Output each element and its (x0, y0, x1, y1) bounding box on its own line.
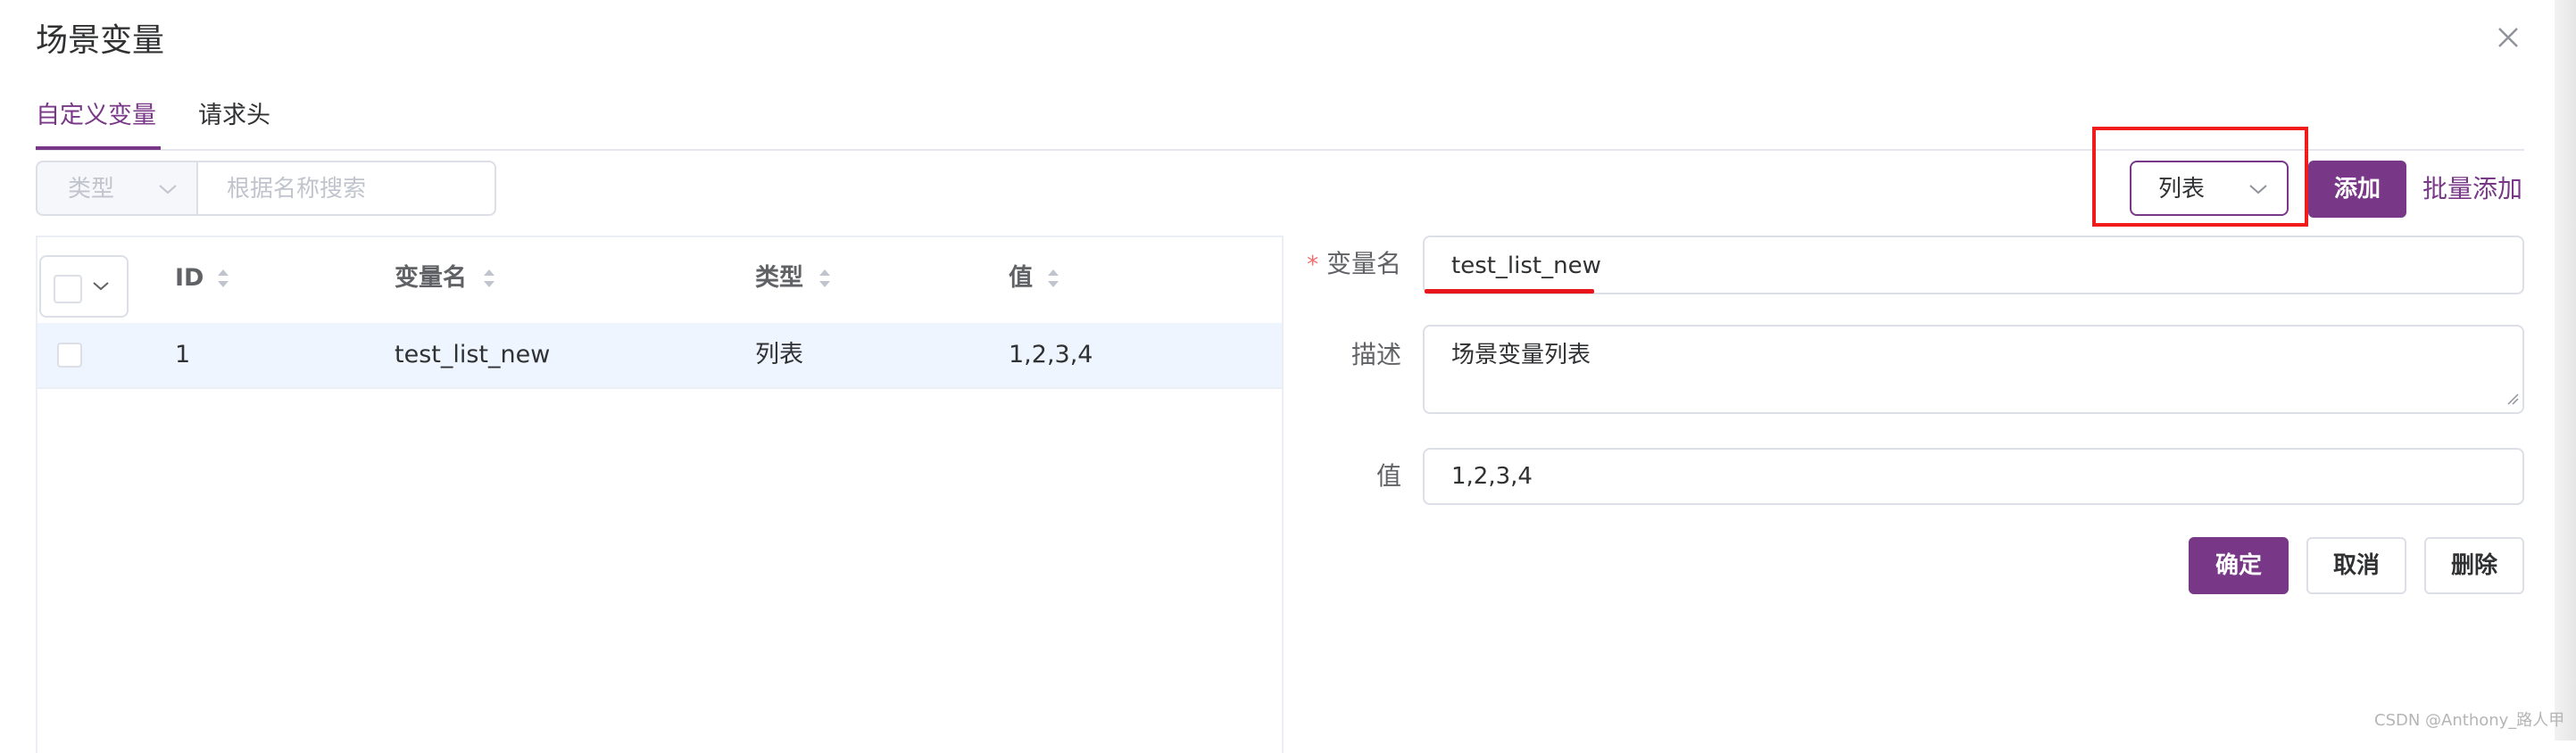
cancel-button[interactable]: 取消 (2306, 537, 2406, 594)
variable-name-value: test_list_new (1451, 252, 1601, 279)
batch-add-link[interactable]: 批量添加 (2422, 170, 2522, 209)
value-value: 1,2,3,4 (1451, 463, 1533, 490)
search-placeholder: 根据名称搜索 (227, 176, 367, 203)
chevron-down-icon (91, 278, 111, 298)
page-scroll-edge (2555, 0, 2576, 741)
select-all-dropdown[interactable] (39, 255, 129, 318)
watermark: CSDN @Anthony_路人甲 (2374, 711, 2565, 730)
description-value: 场景变量列表 (1451, 342, 1591, 368)
confirm-button[interactable]: 确定 (2189, 537, 2289, 594)
search-input[interactable]: 根据名称搜索 (196, 161, 496, 216)
annotation-highlight-box (2092, 127, 2308, 227)
description-label: 描述 (1350, 340, 1401, 369)
sort-icon[interactable] (1044, 266, 1062, 302)
value-label: 值 (1375, 461, 1401, 491)
resize-handle-icon[interactable] (2506, 392, 2519, 409)
add-button[interactable]: 添加 (2308, 161, 2406, 218)
column-header-id[interactable]: ID (175, 261, 229, 296)
sort-icon[interactable] (480, 266, 498, 302)
column-label: 变量名 (395, 264, 467, 292)
name-label: * 变量名 (1307, 246, 1401, 283)
variable-name-input[interactable]: test_list_new (1423, 236, 2524, 294)
cell-value: 1,2,3,4 (1009, 341, 1093, 368)
column-header-name[interactable]: 变量名 (395, 261, 494, 296)
variables-table (36, 236, 1284, 753)
type-filter-placeholder: 类型 (68, 176, 115, 203)
value-input[interactable]: 1,2,3,4 (1423, 448, 2524, 505)
tab-active-indicator (36, 146, 161, 150)
tab-custom-variables[interactable]: 自定义变量 (36, 98, 156, 134)
cell-type: 列表 (755, 341, 803, 368)
sort-icon[interactable] (816, 266, 834, 302)
chevron-down-icon (157, 180, 179, 202)
sort-icon[interactable] (214, 266, 232, 302)
delete-button[interactable]: 删除 (2424, 537, 2524, 594)
column-header-type[interactable]: 类型 (755, 261, 830, 296)
cell-id: 1 (175, 341, 191, 368)
cell-name: test_list_new (395, 341, 551, 368)
row-divider (37, 387, 1282, 389)
type-filter-select[interactable]: 类型 (36, 161, 198, 216)
close-icon[interactable] (2490, 20, 2526, 55)
annotation-underline (1425, 289, 1594, 294)
select-all-checkbox[interactable] (54, 275, 82, 303)
column-label: 类型 (755, 264, 803, 292)
column-header-value[interactable]: 值 (1009, 261, 1059, 296)
name-label-text: 变量名 (1325, 249, 1401, 278)
tab-request-headers[interactable]: 请求头 (198, 98, 270, 134)
column-label: 值 (1009, 264, 1033, 292)
row-checkbox[interactable] (57, 343, 82, 368)
column-label: ID (175, 264, 204, 292)
table-row[interactable] (37, 323, 1282, 387)
description-textarea[interactable]: 场景变量列表 (1423, 325, 2524, 414)
dialog-title: 场景变量 (36, 22, 165, 59)
required-mark: * (1307, 252, 1319, 278)
